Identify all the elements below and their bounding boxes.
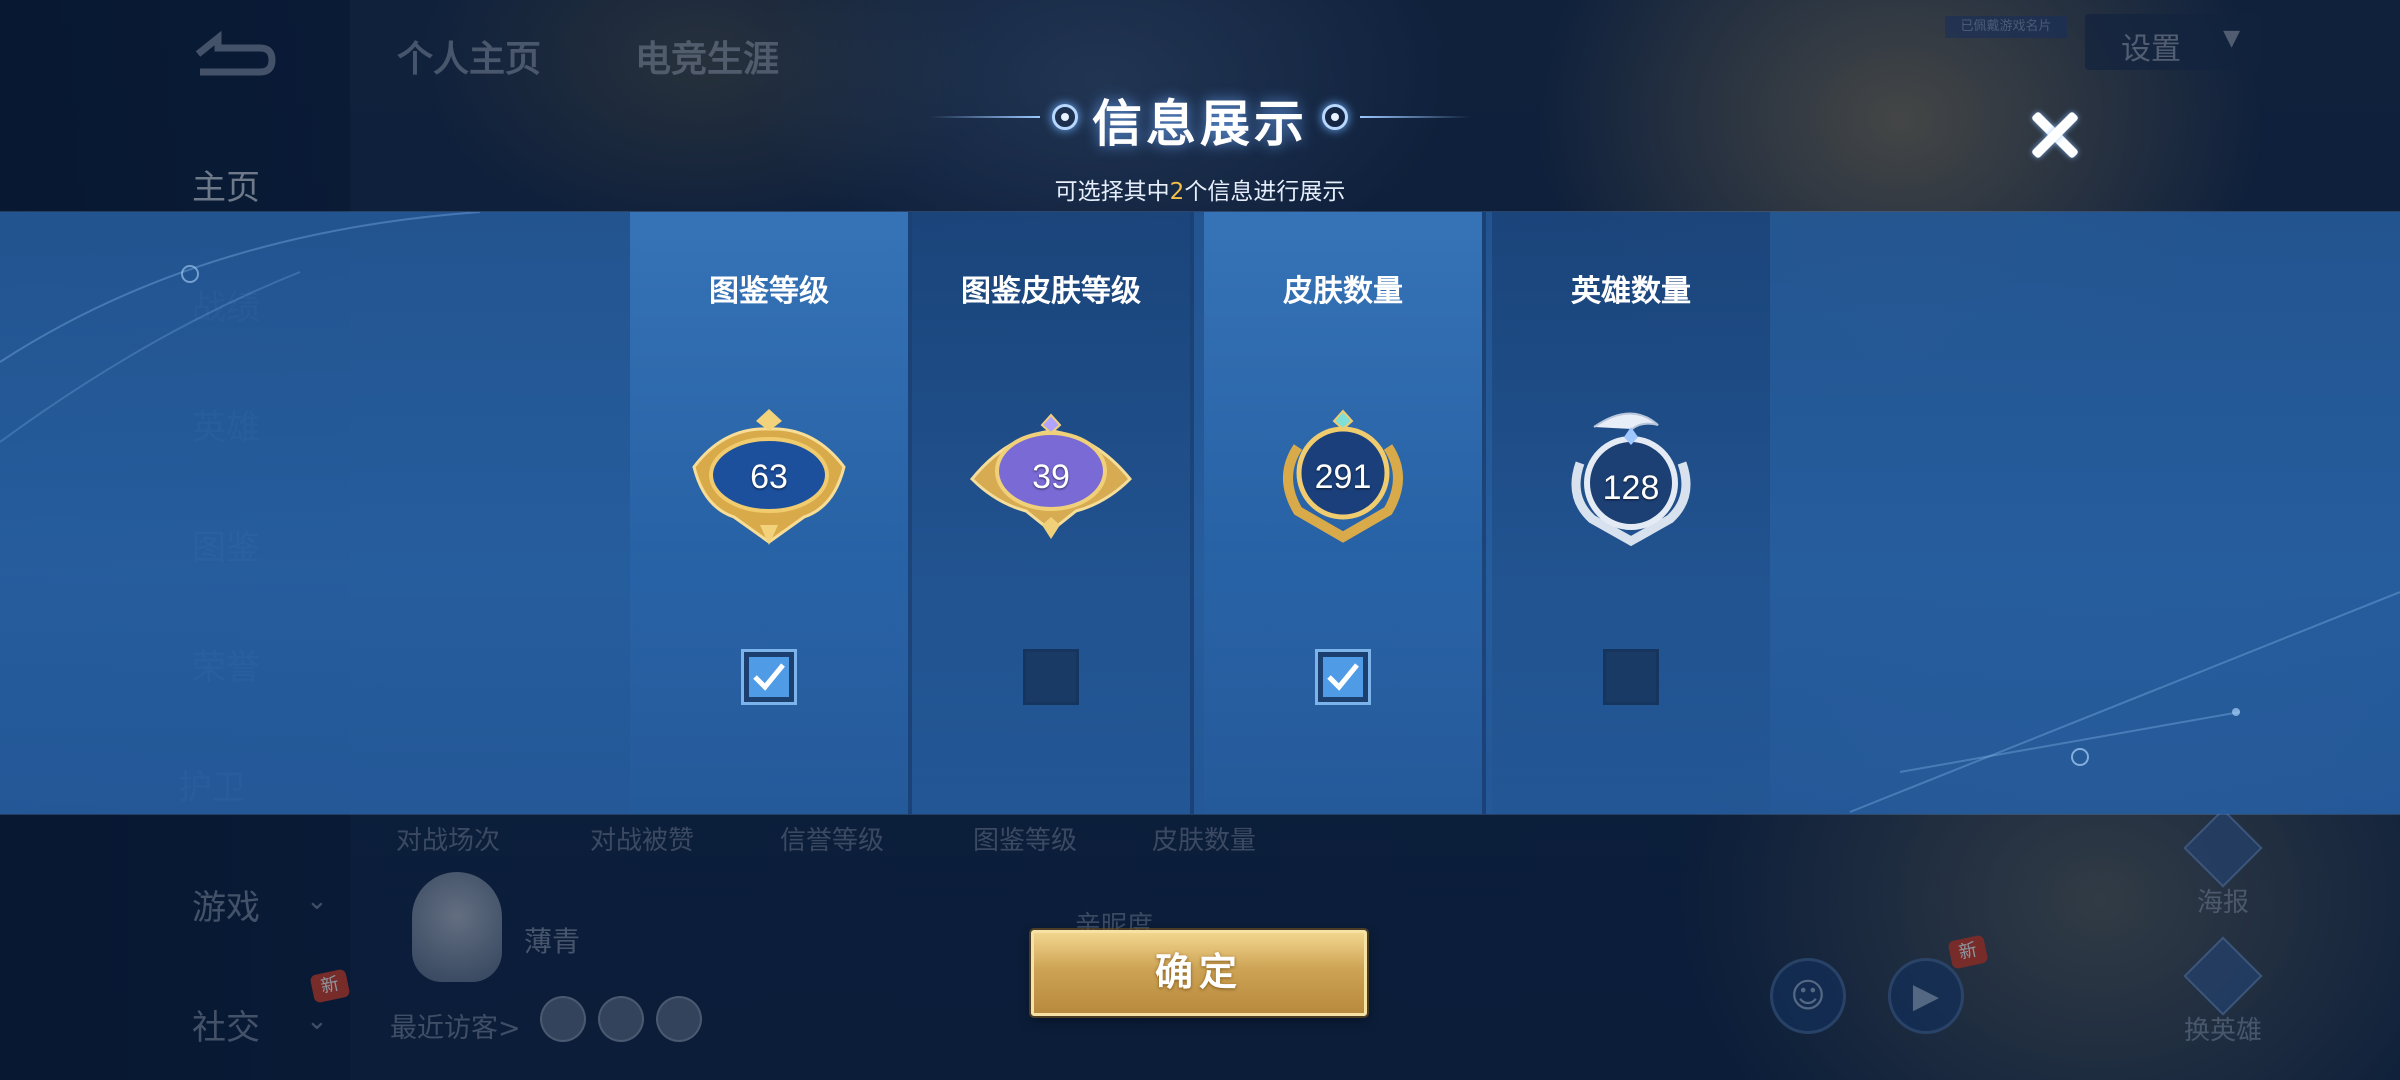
badge-value: 128 (1602, 468, 1660, 507)
option-title: 皮肤数量 (1283, 274, 1403, 309)
option-title: 图鉴等级 (709, 274, 829, 309)
modal-header: 信息展示 可选择其中2个信息进行展示 (0, 0, 2400, 212)
checkmark-icon (1323, 657, 1363, 697)
option-card-hero-count[interactable]: 英雄数量 128 (1492, 212, 1770, 814)
card-divider (1190, 212, 1194, 814)
subtitle-prefix: 可选择其中 (1054, 179, 1170, 205)
collection-level-badge-icon: 63 (684, 407, 854, 547)
confirm-button[interactable]: 确定 (1031, 930, 1367, 1016)
checkbox-skin-collection-level[interactable] (1023, 649, 1079, 705)
checkmark-icon (749, 657, 789, 697)
close-icon[interactable] (2022, 102, 2088, 168)
option-title: 图鉴皮肤等级 (961, 274, 1141, 309)
checkbox-hero-count[interactable] (1603, 649, 1659, 705)
checkbox-skin-count[interactable] (1315, 649, 1371, 705)
checkbox-collection-level[interactable] (741, 649, 797, 705)
skin-count-badge-icon: 291 (1258, 407, 1428, 547)
badge-value: 291 (1314, 457, 1372, 496)
option-card-skin-count[interactable]: 皮肤数量 291 (1204, 212, 1486, 814)
subtitle-count: 2 (1169, 179, 1185, 205)
subtitle-suffix: 个信息进行展示 (1184, 179, 1346, 205)
option-card-skin-collection-level[interactable]: 图鉴皮肤等级 39 (912, 212, 1194, 814)
option-title: 英雄数量 (1571, 274, 1691, 309)
card-divider (1482, 212, 1486, 814)
modal-subtitle: 可选择其中2个信息进行展示 (0, 172, 2400, 206)
hero-count-badge-icon: 128 (1546, 407, 1716, 547)
modal-panel: 图鉴等级 63 图鉴皮肤等级 39 皮肤数量 291 英雄数量 128 (0, 212, 2400, 814)
badge-value: 39 (1032, 457, 1070, 496)
skin-collection-level-badge-icon: 39 (966, 407, 1136, 547)
panel-decoration (0, 212, 2400, 813)
badge-value: 63 (750, 457, 788, 496)
option-card-collection-level[interactable]: 图鉴等级 63 (630, 212, 912, 814)
modal-title: 信息展示 (1092, 95, 1308, 153)
